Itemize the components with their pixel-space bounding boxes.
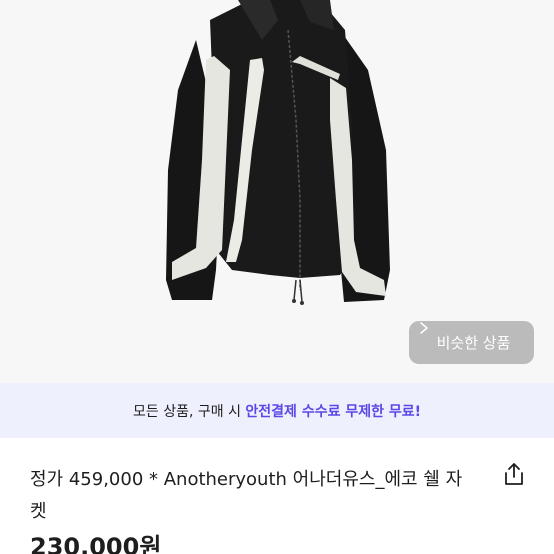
safe-payment-promo-banner[interactable]: 모든 상품, 구매 시 안전결제 수수료 무제한 무료! — [0, 383, 554, 438]
promo-prefix: 모든 상품, 구매 시 — [133, 403, 246, 420]
product-image[interactable]: 비슷한 상품 — [0, 0, 554, 383]
promo-highlight: 안전결제 수수료 무제한 무료! — [245, 403, 421, 420]
product-title: 정가 459,000 * Anotheryouth 어나더유스_에코 쉘 자켓 — [30, 469, 463, 522]
share-icon[interactable] — [502, 461, 526, 487]
chevron-right-icon — [420, 322, 428, 334]
similar-products-label: 비슷한 상품 — [436, 334, 511, 352]
similar-products-button[interactable]: 비슷한 상품 — [409, 321, 534, 364]
product-price: 230,000원 — [30, 533, 162, 554]
product-detail-page: 비슷한 상품 모든 상품, 구매 시 안전결제 수수료 무제한 무료! 정가 4… — [0, 0, 554, 554]
